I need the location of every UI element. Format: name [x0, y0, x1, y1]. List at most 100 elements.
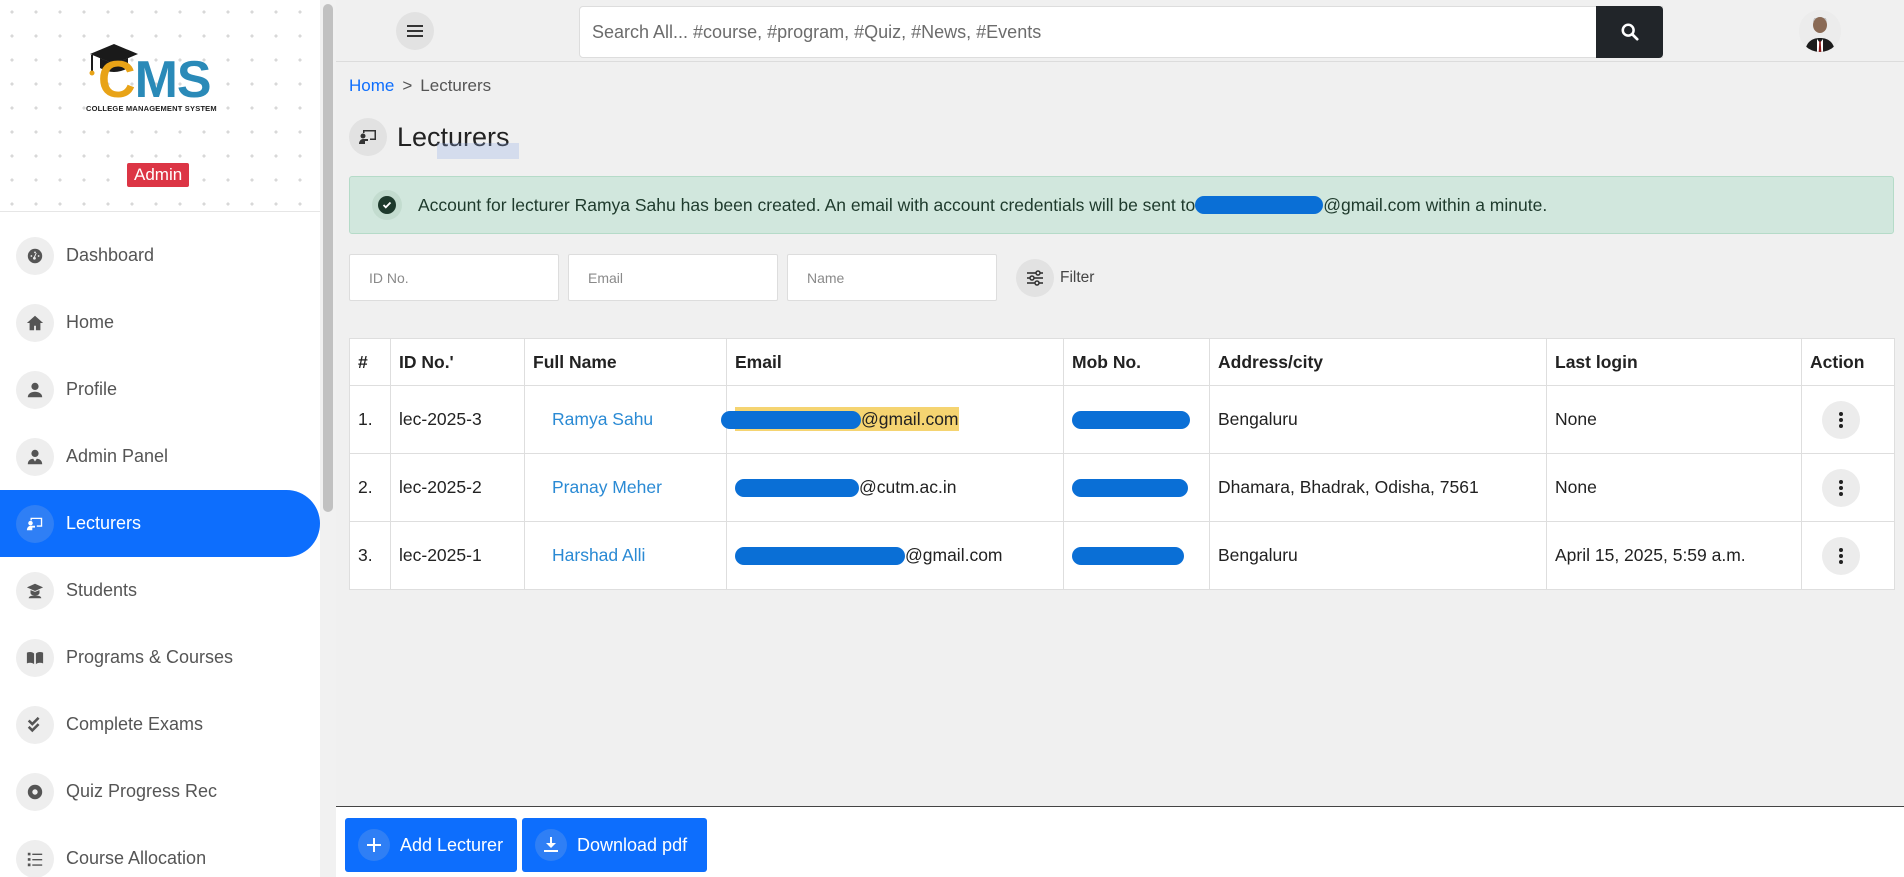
alert-message-after: @gmail.com within a minute. — [1323, 194, 1548, 215]
menu-toggle-button[interactable] — [396, 12, 434, 50]
lecturer-id: lec-2025-3 — [390, 385, 525, 454]
filter-bar: Filter — [349, 254, 1094, 301]
row-number: 3. — [349, 521, 391, 590]
sidebar-item-students[interactable]: Students — [0, 557, 320, 624]
sidebar-item-label: Course Allocation — [66, 848, 207, 868]
more-vertical-icon — [1839, 479, 1843, 496]
list-icon — [16, 839, 54, 877]
row-number: 2. — [349, 453, 391, 522]
chalkboard-teacher-icon — [16, 504, 54, 543]
lecturer-mobile — [1063, 385, 1210, 454]
action-footer: Add Lecturer Download pdf — [336, 806, 1904, 877]
id-filter-input[interactable] — [350, 255, 558, 300]
row-actions-button[interactable] — [1822, 536, 1860, 575]
email-domain: @gmail.com — [905, 545, 1003, 565]
plus-icon — [358, 829, 390, 861]
sidebar-item-label: Lecturers — [66, 513, 142, 533]
table-row: 3. lec-2025-1 Harshad Alli @gmail.com Be… — [349, 521, 1895, 590]
redacted-mobile — [1072, 411, 1190, 430]
table-row: 2. lec-2025-2 Pranay Meher @cutm.ac.in D… — [349, 453, 1895, 522]
logo-text: CMS — [98, 51, 212, 109]
breadcrumb-home-link[interactable]: Home — [349, 76, 394, 95]
add-lecturer-label: Add Lecturer — [400, 834, 504, 855]
redacted-email — [1195, 196, 1324, 214]
table-row: 1. lec-2025-3 Ramya Sahu @gmail.com Beng… — [349, 385, 1895, 454]
lecturer-email: @gmail.com — [726, 521, 1064, 590]
email-domain: @cutm.ac.in — [859, 477, 957, 497]
sidebar-item-label: Quiz Progress Rec — [66, 781, 218, 801]
row-actions-button[interactable] — [1822, 468, 1860, 507]
sidebar-item-home[interactable]: Home — [0, 289, 320, 356]
home-icon — [16, 303, 54, 342]
sidebar-item-admin-panel[interactable]: Admin Panel — [0, 423, 320, 490]
breadcrumb: Home > Lecturers — [349, 76, 491, 96]
scrollbar-thumb[interactable] — [323, 4, 333, 512]
filter-button[interactable]: Filter — [1016, 258, 1094, 297]
check-circle-icon — [372, 190, 402, 220]
sidebar-item-label: Dashboard — [66, 245, 155, 265]
search-box — [579, 6, 1663, 58]
lecturer-name-link[interactable]: Pranay Meher — [524, 453, 727, 522]
check-double-icon — [16, 705, 54, 744]
chalkboard-teacher-icon — [349, 118, 387, 156]
action-cell — [1801, 385, 1895, 454]
record-icon — [16, 772, 54, 811]
download-pdf-label: Download pdf — [577, 834, 688, 855]
id-filter — [349, 254, 559, 301]
sidebar-item-label: Students — [66, 580, 138, 600]
sidebar-item-programs-courses[interactable]: Programs & Courses — [0, 624, 320, 691]
email-filter — [568, 254, 778, 301]
column-header: Full Name — [524, 338, 727, 386]
user-avatar[interactable] — [1799, 10, 1841, 52]
sliders-icon — [1016, 258, 1054, 297]
search-button[interactable] — [1596, 6, 1663, 58]
alert-message-before: Account for lecturer Ramya Sahu has been… — [418, 194, 1196, 215]
breadcrumb-separator: > — [402, 76, 413, 95]
lecturer-last-login: None — [1546, 453, 1802, 522]
cms-logo[interactable]: CMS COLLEGE MANAGEMENT SYSTEM — [82, 40, 232, 120]
more-vertical-icon — [1839, 547, 1843, 564]
name-filter-input[interactable] — [788, 255, 996, 300]
sidebar-header: CMS COLLEGE MANAGEMENT SYSTEM Admin — [0, 0, 320, 212]
name-filter — [787, 254, 997, 301]
book-icon — [16, 638, 54, 677]
column-header: Action — [1801, 338, 1895, 386]
sidebar: CMS COLLEGE MANAGEMENT SYSTEM Admin Dash… — [0, 0, 320, 877]
row-actions-button[interactable] — [1822, 400, 1860, 439]
lecturer-address: Dhamara, Bhadrak, Odisha, 7561 — [1209, 453, 1547, 522]
page-header: Lecturers — [349, 118, 519, 159]
lecturer-email: @gmail.com — [721, 385, 1064, 454]
redacted-mobile — [1072, 479, 1188, 498]
column-header: Mob No. — [1063, 338, 1210, 386]
lecturer-mobile — [1063, 521, 1210, 590]
lecturer-name-link[interactable]: Harshad Alli — [524, 521, 727, 590]
table-header-row: # ID No.' Full Name Email Mob No. Addres… — [349, 338, 1895, 386]
sidebar-item-course-allocation[interactable]: Course Allocation — [0, 825, 320, 877]
action-cell — [1801, 453, 1895, 522]
user-tie-icon — [16, 437, 54, 476]
avatar-image — [1799, 10, 1841, 52]
lecturer-name-link[interactable]: Ramya Sahu — [524, 385, 727, 454]
sidebar-nav: Dashboard Home Profile Admin Panel Lectu… — [0, 222, 320, 877]
sidebar-item-lecturers[interactable]: Lecturers — [0, 490, 320, 557]
sidebar-item-label: Complete Exams — [66, 714, 204, 734]
lecturers-table: # ID No.' Full Name Email Mob No. Addres… — [349, 338, 1895, 590]
sidebar-item-profile[interactable]: Profile — [0, 356, 320, 423]
success-alert: Account for lecturer Ramya Sahu has been… — [349, 176, 1894, 234]
add-lecturer-button[interactable]: Add Lecturer — [345, 818, 517, 872]
email-filter-input[interactable] — [569, 255, 777, 300]
sidebar-item-dashboard[interactable]: Dashboard — [0, 222, 320, 289]
action-cell — [1801, 521, 1895, 590]
lecturer-address: Bengaluru — [1209, 385, 1547, 454]
lecturer-last-login: April 15, 2025, 5:59 a.m. — [1546, 521, 1802, 590]
download-pdf-button[interactable]: Download pdf — [522, 818, 707, 872]
lecturer-id: lec-2025-2 — [390, 453, 525, 522]
top-bar — [336, 0, 1904, 62]
search-input[interactable] — [580, 7, 1662, 57]
logo-subtitle: COLLEGE MANAGEMENT SYSTEM — [86, 104, 217, 113]
sidebar-item-complete-exams[interactable]: Complete Exams — [0, 691, 320, 758]
sidebar-item-quiz-progress[interactable]: Quiz Progress Rec — [0, 758, 320, 825]
column-header: Address/city — [1209, 338, 1547, 386]
role-badge: Admin — [127, 163, 190, 187]
sidebar-scrollbar[interactable] — [320, 0, 336, 877]
